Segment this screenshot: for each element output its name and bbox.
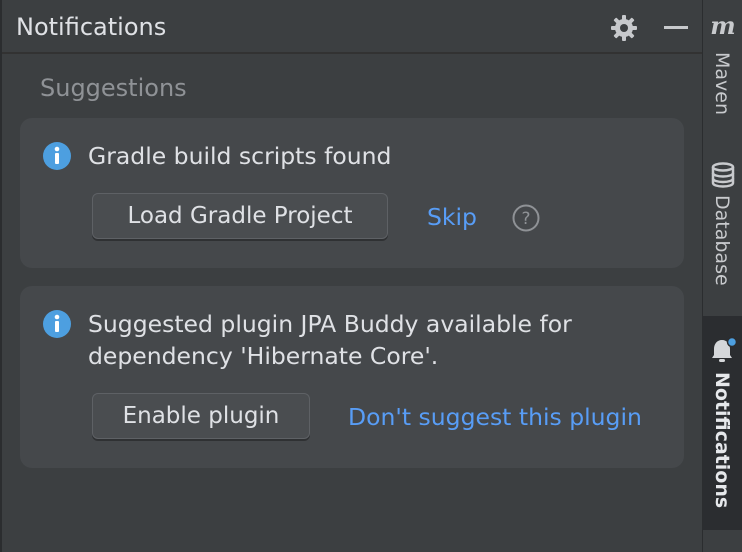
gear-icon[interactable] [608, 12, 640, 44]
bell-icon [710, 336, 738, 368]
section-label: Suggestions [40, 74, 187, 102]
tool-tab-database[interactable]: Database [703, 150, 742, 305]
notification-message-line-1: Suggested plugin JPA Buddy available for [88, 310, 572, 338]
info-icon [42, 141, 72, 171]
dont-suggest-plugin-link[interactable]: Don't suggest this plugin [348, 402, 642, 432]
panel-header: Notifications [2, 0, 702, 54]
svg-text:?: ? [521, 209, 530, 229]
tool-tab-label: Notifications [711, 372, 733, 509]
notification-message: Gradle build scripts found [88, 142, 392, 170]
maven-icon: m [710, 11, 736, 40]
database-icon [711, 162, 735, 192]
skip-link[interactable]: Skip [427, 202, 477, 232]
ide-window: Notifications Suggestions Gradle build s… [0, 0, 742, 552]
tool-tab-notifications[interactable]: Notifications [703, 316, 742, 530]
notification-card-gradle: Gradle build scripts found Load Gradle P… [20, 118, 684, 268]
tool-window-strip: m Maven Database Notifications [702, 0, 742, 552]
enable-plugin-button[interactable]: Enable plugin [92, 393, 310, 439]
tool-tab-maven[interactable]: m Maven [703, 0, 742, 135]
panel-title: Notifications [16, 13, 167, 41]
question-icon[interactable]: ? [511, 203, 541, 233]
load-gradle-project-button[interactable]: Load Gradle Project [92, 193, 388, 239]
tool-tab-label: Database [711, 195, 733, 286]
notification-message-line-2: dependency 'Hibernate Core'. [88, 342, 439, 370]
notifications-panel: Notifications Suggestions Gradle build s… [0, 0, 702, 552]
info-icon [42, 309, 72, 339]
notification-card-plugin: Suggested plugin JPA Buddy available for… [20, 286, 684, 468]
minimize-icon[interactable] [660, 12, 692, 44]
tool-tab-label: Maven [711, 52, 733, 116]
